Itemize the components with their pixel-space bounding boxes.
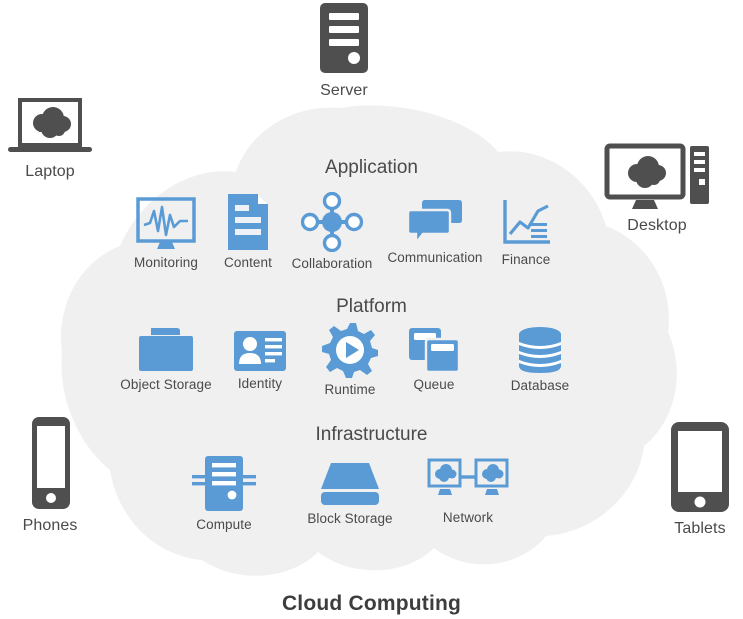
edge-device-label: Phones (22, 517, 78, 534)
disk-drive-icon (321, 463, 379, 505)
two-monitors-link-icon (427, 458, 509, 495)
database-cylinder-icon (519, 327, 561, 373)
service-label: Compute (196, 517, 252, 532)
service-compute[interactable]: Compute (180, 455, 268, 532)
diagram-title: Cloud Computing (281, 592, 462, 615)
service-label: Content (224, 255, 272, 270)
section-heading-platform: Platform (336, 296, 407, 317)
service-identity[interactable]: Identity (225, 330, 295, 391)
service-label: Communication (387, 250, 483, 265)
service-block-storage[interactable]: Block Storage (300, 461, 400, 526)
document-icon (228, 194, 268, 250)
stacked-cards-icon (409, 328, 460, 373)
service-label: Monitoring (133, 255, 199, 270)
service-label: Finance (501, 252, 551, 267)
service-network[interactable]: Network (424, 458, 512, 525)
service-database[interactable]: Database (504, 326, 576, 393)
service-content[interactable]: Content (208, 193, 288, 270)
id-card-icon (234, 331, 286, 371)
laptop-cloud-icon (8, 98, 92, 152)
service-label: Runtime (324, 382, 376, 397)
service-object-storage[interactable]: Object Storage (110, 327, 222, 392)
edge-device-label: Tablets (674, 520, 726, 537)
gear-play-icon (322, 323, 378, 378)
service-collaboration[interactable]: Collaboration (286, 192, 378, 271)
node-network-icon (301, 192, 363, 252)
folder-icon (139, 328, 193, 371)
speech-bubbles-icon (407, 200, 462, 246)
line-chart-icon (503, 200, 550, 244)
service-queue[interactable]: Queue (400, 327, 468, 392)
service-label: Queue (413, 377, 455, 392)
service-label: Block Storage (307, 511, 393, 526)
section-heading-application: Application (325, 157, 418, 178)
server-tower-icon (320, 3, 368, 73)
service-label: Identity (237, 376, 283, 391)
section-heading-infrastructure: Infrastructure (315, 424, 428, 445)
service-finance[interactable]: Finance (490, 198, 562, 267)
service-monitoring[interactable]: Monitoring (120, 197, 212, 270)
cloud-computing-diagram: Application Platform Infrastructure Serv… (0, 0, 743, 619)
service-label: Database (510, 378, 570, 393)
service-label: Object Storage (120, 377, 212, 392)
edge-device-label: Desktop (627, 217, 687, 234)
service-label: Collaboration (291, 256, 373, 271)
edge-device-server[interactable]: Server (294, 2, 394, 100)
service-communication[interactable]: Communication (386, 198, 484, 265)
edge-device-label: Server (320, 82, 368, 99)
monitor-waveform-icon (136, 197, 196, 249)
server-rack-icon (192, 456, 256, 511)
service-label: Network (442, 510, 494, 525)
service-runtime[interactable]: Runtime (314, 322, 386, 397)
